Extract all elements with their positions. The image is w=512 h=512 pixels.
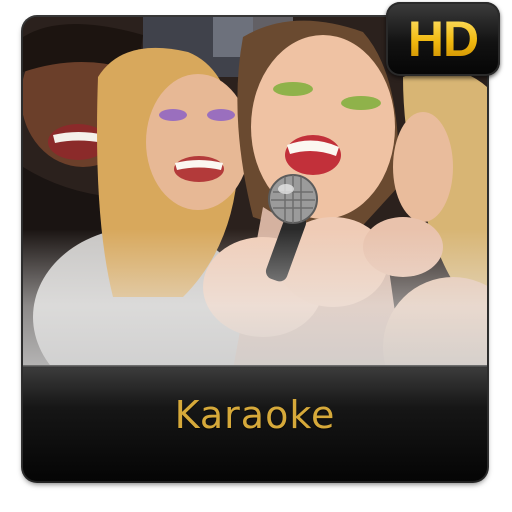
- photo-fade-overlay: [23, 229, 487, 369]
- hd-badge-label: HD: [407, 11, 479, 67]
- app-title: Karaoke: [174, 393, 336, 437]
- hd-badge: HD: [386, 2, 500, 76]
- karaoke-app-tile[interactable]: Karaoke: [23, 17, 487, 481]
